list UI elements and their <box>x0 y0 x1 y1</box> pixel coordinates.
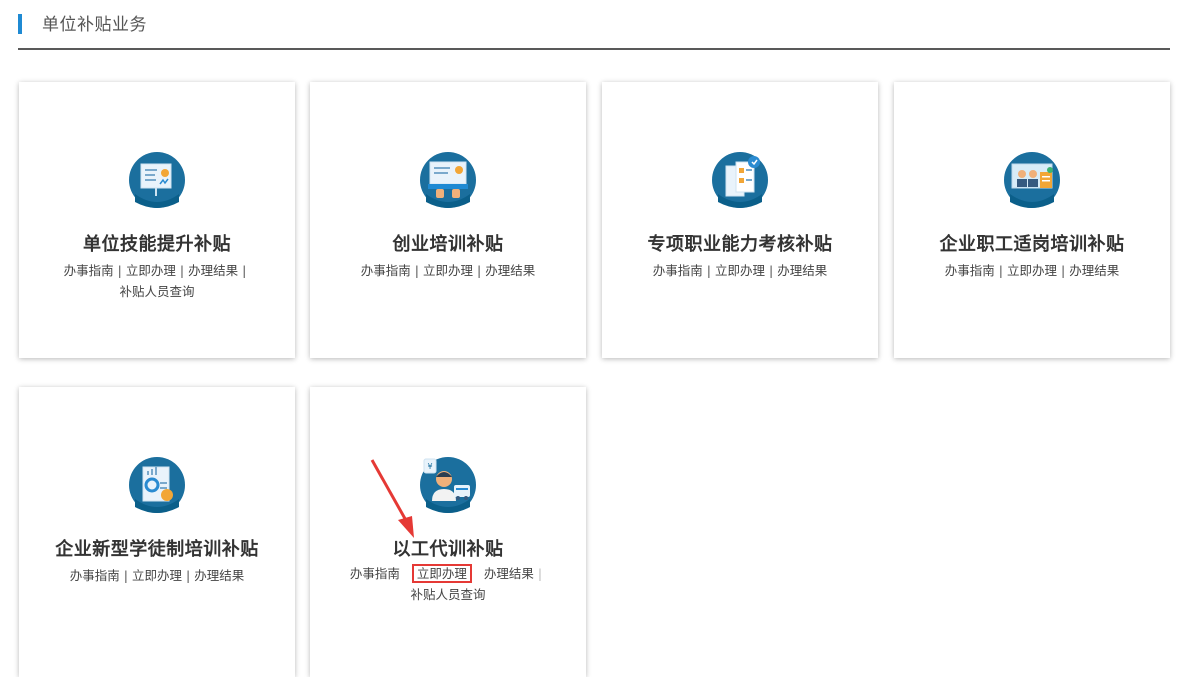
result-link[interactable]: 办理结果 <box>188 263 238 278</box>
card-title: 创业培训补贴 <box>392 234 504 255</box>
section-title: 单位补贴业务 <box>42 15 147 35</box>
result-link[interactable]: 办理结果 <box>485 263 535 278</box>
card-special-vocational-assessment[interactable]: 专项职业能力考核补贴 办事指南 | 立即办理 | 办理结果 <box>602 82 878 358</box>
guide-link[interactable]: 办事指南 <box>361 263 411 278</box>
guide-link[interactable]: 办事指南 <box>945 263 995 278</box>
result-link[interactable]: 办理结果 <box>484 566 534 581</box>
card-title: 以工代训补贴 <box>392 539 504 560</box>
guide-link[interactable]: 办事指南 <box>350 566 400 581</box>
section-accent-bar <box>18 14 22 34</box>
card-unit-skill-upgrade[interactable]: 单位技能提升补贴 办事指南 | 立即办理 | 办理结果 | 补贴人员查询 <box>19 82 295 358</box>
card-apprenticeship-training[interactable]: 企业新型学徒制培训补贴 办事指南 | 立即办理 | 办理结果 <box>19 387 295 677</box>
certificate-doc-icon <box>710 150 770 210</box>
subsidy-people-query-link[interactable]: 补贴人员查询 <box>119 284 194 299</box>
apply-now-link[interactable]: 立即办理 <box>423 263 473 278</box>
card-links: 办事指南 | 立即办理 | 办理结果 <box>360 263 536 278</box>
card-enterprise-onboarding-training[interactable]: 企业职工适岗培训补贴 办事指南 | 立即办理 | 办理结果 <box>894 82 1170 358</box>
guide-link[interactable]: 办事指南 <box>64 263 114 278</box>
card-links: 办事指南 | 立即办理 | 办理结果 <box>69 568 245 583</box>
card-title: 企业职工适岗培训补贴 <box>939 234 1125 255</box>
guide-link[interactable]: 办事指南 <box>653 263 703 278</box>
card-title: 企业新型学徒制培训补贴 <box>55 539 259 560</box>
card-entrepreneurship-training[interactable]: 创业培训补贴 办事指南 | 立即办理 | 办理结果 <box>310 82 586 358</box>
result-link[interactable]: 办理结果 <box>777 263 827 278</box>
svg-text:¥: ¥ <box>427 462 432 471</box>
card-links: 办事指南 | 立即办理 | 办理结果 | 补贴人员查询 <box>63 263 247 299</box>
card-links: 办事指南 | 立即办理 | 办理结果 <box>652 263 828 278</box>
team-meeting-icon <box>1002 150 1062 210</box>
guide-link[interactable]: 办事指南 <box>70 568 120 583</box>
apply-now-link[interactable]: 立即办理 <box>1007 263 1057 278</box>
apply-now-link[interactable]: 立即办理 <box>126 263 176 278</box>
subsidy-people-query-link[interactable]: 补贴人员查询 <box>410 587 485 602</box>
card-links: 办事指南 | 立即办理 | 办理结果 <box>944 263 1120 278</box>
annotation-arrow-icon <box>370 459 414 538</box>
card-links: 办事指南 立即办理 办理结果 | 补贴人员查询 <box>349 564 543 602</box>
card-title: 专项职业能力考核补贴 <box>647 234 833 255</box>
result-link[interactable]: 办理结果 <box>1069 263 1119 278</box>
apply-now-link[interactable]: 立即办理 <box>411 564 472 583</box>
apply-now-link[interactable]: 立即办理 <box>715 263 765 278</box>
section-header: 单位补贴业务 <box>18 0 1170 50</box>
card-work-for-training[interactable]: ¥ 以工代训补贴 办事指南 立即办理 办理结果 | 补贴人员查询 <box>310 387 586 677</box>
laptop-training-icon <box>418 150 478 210</box>
worker-icon: ¥ <box>418 455 478 515</box>
result-link[interactable]: 办理结果 <box>194 568 244 583</box>
growth-report-icon <box>127 455 187 515</box>
presentation-board-icon <box>127 150 187 210</box>
apply-now-link[interactable]: 立即办理 <box>132 568 182 583</box>
card-title: 单位技能提升补贴 <box>83 234 231 255</box>
